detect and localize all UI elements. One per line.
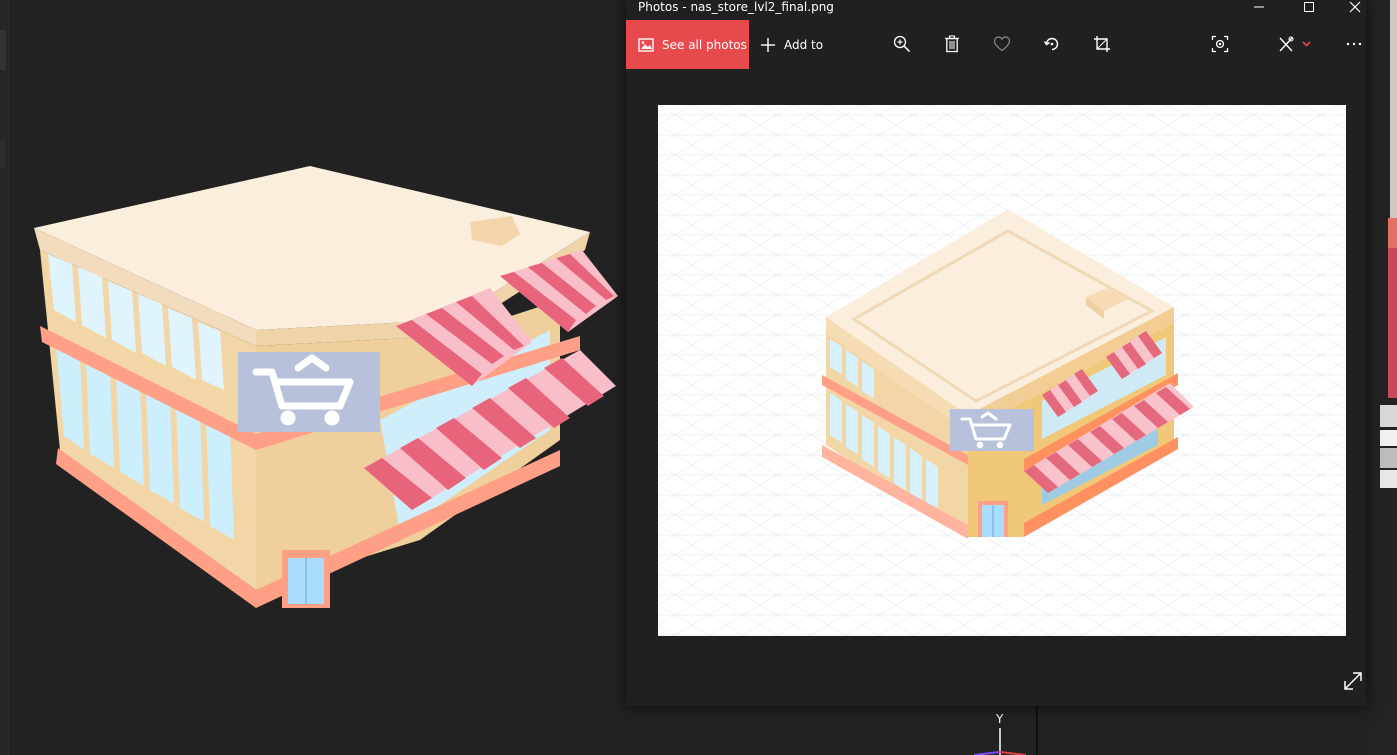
close-icon [1349,1,1361,13]
live-button[interactable] [1210,34,1230,54]
see-all-photos-label: See all photos [662,37,747,52]
zoom-in-icon [893,35,911,53]
rotate-icon [1043,37,1059,51]
more-icon [1346,42,1362,46]
photo-gallery-icon [638,37,654,52]
plus-icon [761,37,775,52]
more-button[interactable] [1344,34,1364,54]
close-button[interactable] [1332,0,1378,14]
expand-icon [1344,672,1362,690]
delete-icon [945,35,959,53]
add-to-label: Add to [784,37,824,52]
edit-icon [1279,36,1311,52]
title-bar[interactable]: Photos - nas_store_lvl2_final.png [626,0,1366,20]
crop-icon [1094,36,1110,52]
photos-app-window[interactable]: Photos - nas_store_lvl2_final.png See al… [626,0,1366,706]
store-isometric-image [658,105,1346,636]
window-title: Photos - nas_store_lvl2_final.png [638,0,834,14]
rotate-button[interactable] [1042,34,1062,54]
background-window-strip [1366,0,1397,755]
live-icon [1211,35,1229,53]
favorite-icon [993,36,1011,52]
full-screen-button[interactable] [1342,670,1364,692]
favorite-button[interactable] [992,34,1012,54]
minimize-icon [1254,6,1264,8]
crop-button[interactable] [1092,34,1112,54]
see-all-photos-button[interactable]: See all photos [626,20,749,69]
delete-button[interactable] [942,34,962,54]
zoom-button[interactable] [892,34,912,54]
viewport-left-tab[interactable] [0,30,6,70]
maximize-icon [1304,2,1314,12]
viewport-left-panel-edge [0,0,9,755]
maximize-button[interactable] [1286,0,1332,14]
minimize-button[interactable] [1236,0,1282,14]
photos-toolbar: See all photos Add to [626,20,1366,69]
viewport-divider [1036,706,1038,755]
axis-gizmo[interactable]: Y [960,712,1030,755]
photo-canvas[interactable] [658,105,1346,636]
viewport-left-tab-2[interactable] [0,140,6,168]
edit-create-button[interactable] [1278,34,1312,54]
store-3d-model[interactable] [20,150,640,620]
add-to-button[interactable]: Add to [760,20,823,69]
